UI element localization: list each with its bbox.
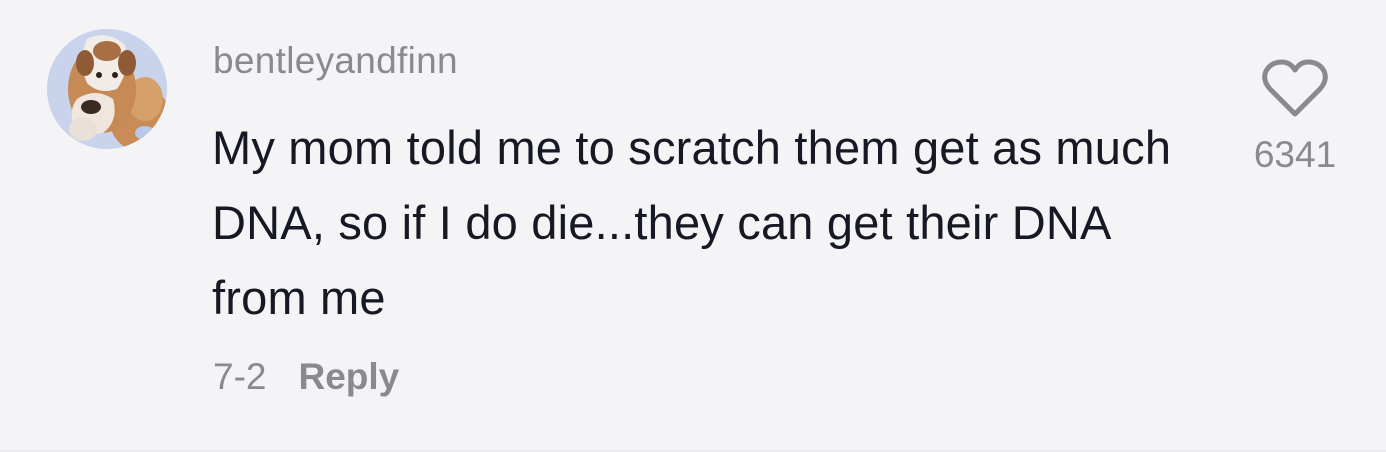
user-avatar[interactable] xyxy=(47,29,167,149)
like-section: 6341 xyxy=(1240,58,1350,176)
heart-outline-icon[interactable] xyxy=(1261,58,1329,120)
bulldog-avatar-icon xyxy=(47,29,167,149)
like-count: 6341 xyxy=(1253,134,1337,175)
comment-meta: 7-2 Reply xyxy=(213,356,399,398)
comment-text: My mom told me to scratch them get as mu… xyxy=(212,121,1172,324)
comment-username[interactable]: bentleyandfinn xyxy=(213,40,458,82)
comment-date: 7-2 xyxy=(213,356,267,397)
comment-card: bentleyandfinn My mom told me to scratch… xyxy=(0,0,1386,452)
reply-button[interactable]: Reply xyxy=(298,356,399,398)
